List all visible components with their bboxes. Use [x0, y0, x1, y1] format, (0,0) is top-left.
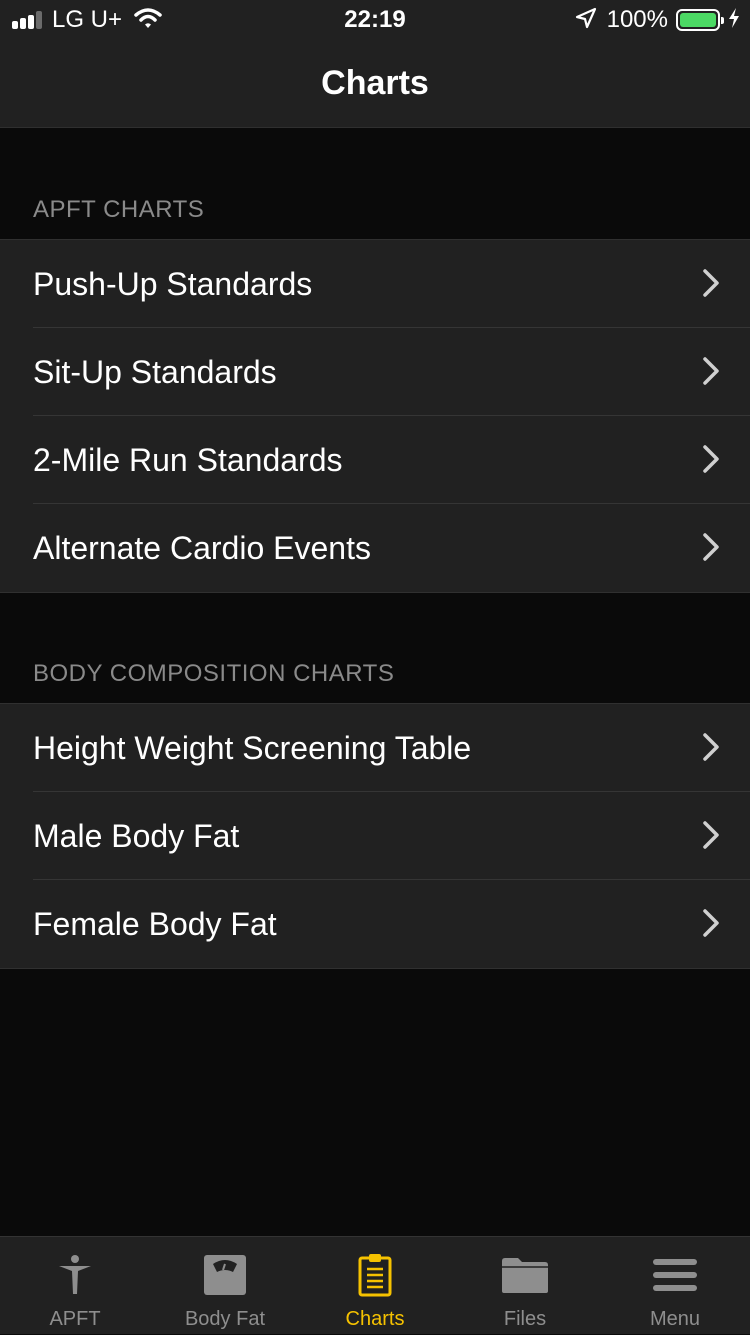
battery-percent: 100% [606, 6, 668, 33]
list-item-sit-up-standards[interactable]: Sit-Up Standards [0, 328, 750, 416]
tab-label: Menu [649, 1308, 701, 1330]
body-composition-charts-list: Height Weight Screening Table Male Body … [0, 703, 750, 969]
clipboard-icon [300, 1253, 450, 1297]
battery-icon [676, 9, 724, 31]
page-title: Charts [321, 64, 429, 102]
chevron-right-icon [702, 820, 720, 855]
chevron-right-icon [702, 444, 720, 479]
tab-label: APFT [49, 1308, 101, 1330]
section-header-apft-charts: APFT CHARTS [33, 196, 205, 223]
chevron-right-icon [702, 356, 720, 391]
list-item-alternate-cardio-events[interactable]: Alternate Cardio Events [0, 504, 750, 592]
tab-apft[interactable]: APFT [0, 1237, 150, 1335]
list-item-label: Height Weight Screening Table [33, 729, 472, 766]
status-right: 100% [575, 6, 740, 34]
folder-icon [450, 1253, 600, 1297]
tab-files[interactable]: Files [450, 1237, 600, 1335]
tab-charts[interactable]: Charts [300, 1237, 450, 1335]
tab-body-fat[interactable]: Body Fat [150, 1237, 300, 1335]
tab-menu[interactable]: Menu [600, 1237, 750, 1335]
tab-label: Charts [345, 1308, 405, 1330]
tab-label: Body Fat [184, 1308, 266, 1330]
list-item-label: 2-Mile Run Standards [33, 441, 343, 478]
chevron-right-icon [702, 532, 720, 567]
apft-charts-list: Push-Up Standards Sit-Up Standards 2-Mil… [0, 239, 750, 593]
status-bar: LG U+ 22:19 100% [0, 0, 750, 40]
list-item-label: Male Body Fat [33, 817, 240, 854]
chevron-right-icon [702, 268, 720, 303]
list-item-female-body-fat[interactable]: Female Body Fat [0, 880, 750, 968]
list-item-label: Alternate Cardio Events [33, 529, 371, 566]
scale-icon [150, 1253, 300, 1297]
location-arrow-icon [575, 7, 597, 34]
person-icon [0, 1253, 150, 1297]
list-item-label: Push-Up Standards [33, 265, 313, 302]
tab-label: Files [503, 1308, 547, 1330]
list-item-male-body-fat[interactable]: Male Body Fat [0, 792, 750, 880]
tab-bar: APFT Body Fat Charts Files Menu [0, 1236, 750, 1334]
list-item-height-weight-screening-table[interactable]: Height Weight Screening Table [0, 704, 750, 792]
chevron-right-icon [702, 908, 720, 943]
list-item-push-up-standards[interactable]: Push-Up Standards [0, 240, 750, 328]
charging-bolt-icon [728, 7, 740, 34]
list-item-label: Female Body Fat [33, 905, 277, 942]
menu-icon [600, 1253, 750, 1297]
chevron-right-icon [702, 732, 720, 767]
list-item-2-mile-run-standards[interactable]: 2-Mile Run Standards [0, 416, 750, 504]
list-item-label: Sit-Up Standards [33, 353, 277, 390]
navigation-bar: Charts [0, 40, 750, 128]
section-header-body-composition-charts: BODY COMPOSITION CHARTS [33, 660, 395, 687]
